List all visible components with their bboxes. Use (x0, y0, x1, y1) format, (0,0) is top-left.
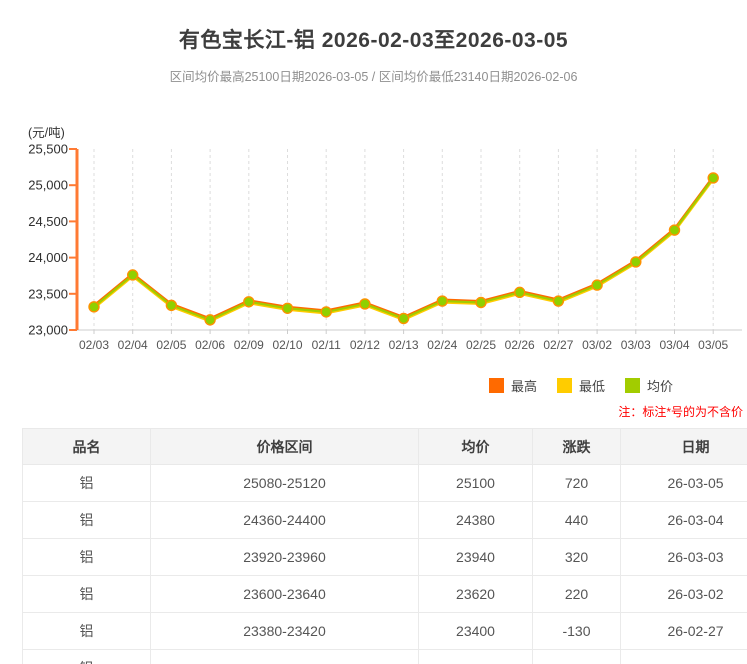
y-axis-tick-label: 23,500 (28, 286, 68, 301)
table-cell: 铝 (23, 576, 151, 613)
table-cell: 440 (533, 502, 621, 539)
chart-note: 注：标注*号的为不含价 (618, 403, 743, 420)
table-cell: 26-03-05 (621, 465, 747, 502)
x-axis-tick-label: 03/05 (698, 338, 728, 352)
data-point (283, 303, 293, 313)
y-axis-tick-label: 24,500 (28, 214, 68, 229)
table-cell: 23620 (419, 576, 533, 613)
x-axis-tick-label: 02/04 (118, 338, 148, 352)
table-cell: 23400 (419, 613, 533, 650)
table-cell (151, 650, 419, 664)
column-header: 涨跌 (533, 429, 621, 465)
table-cell: 24380 (419, 502, 533, 539)
data-point (399, 313, 409, 323)
data-point (631, 257, 641, 267)
column-header: 价格区间 (151, 429, 419, 465)
data-point (708, 173, 718, 183)
data-point (89, 302, 99, 312)
table-cell: 23940 (419, 539, 533, 576)
table-cell: -130 (533, 613, 621, 650)
y-axis-tick-label: 25,000 (28, 178, 68, 193)
x-axis-tick-label: 02/26 (505, 338, 535, 352)
table-cell: 720 (533, 465, 621, 502)
page-title: 有色宝长江-铝 2026-02-03至2026-03-05 (0, 24, 747, 54)
x-axis-tick-label: 02/06 (195, 338, 225, 352)
table-row: 铝23920-239602394032026-03-03 (23, 539, 747, 576)
table-cell: 铝 (23, 502, 151, 539)
column-header: 日期 (621, 429, 747, 465)
x-axis-tick-label: 02/11 (312, 338, 341, 352)
chart-legend: 最高 最低 均价 (489, 376, 693, 395)
price-chart: (元/吨) 23,000 23,500 24,000 24,500 25,000 25,50… (0, 105, 747, 367)
legend-swatch (489, 378, 504, 393)
table-row: 铝23380-2342023400-13026-02-27 (23, 613, 747, 650)
x-axis-tick-label: 02/09 (234, 338, 264, 352)
data-point (437, 296, 447, 306)
table-cell: 320 (533, 539, 621, 576)
table-row: 铝25080-251202510072026-03-05 (23, 465, 747, 502)
legend-item-最高: 最高 (489, 376, 537, 395)
table-cell: 铝 (23, 539, 151, 576)
page-root: 有色宝长江-铝 2026-02-03至2026-03-05 区间均价最高2510… (0, 0, 747, 664)
x-axis-tick-label: 03/03 (621, 338, 651, 352)
table-cell (621, 650, 747, 664)
x-axis-tick-label: 02/05 (156, 338, 186, 352)
legend-label: 最高 (511, 376, 537, 395)
table-cell (419, 650, 533, 664)
page-subtitle: 区间均价最高25100日期2026-03-05 / 区间均价最低23140日期2… (0, 66, 747, 85)
data-point (515, 287, 525, 297)
x-axis-tick-label: 03/02 (582, 338, 612, 352)
table-cell: 铝 (23, 613, 151, 650)
table-cell: 25100 (419, 465, 533, 502)
y-axis-tick-label: 25,500 (28, 142, 68, 157)
table-cell: 220 (533, 576, 621, 613)
legend-swatch (625, 378, 640, 393)
table-cell: 25080-25120 (151, 465, 419, 502)
legend-label: 均价 (647, 376, 673, 395)
y-axis-tick-label: 24,000 (28, 250, 68, 265)
table-row: 铝24360-244002438044026-03-04 (23, 502, 747, 539)
y-axis-unit-label: (元/吨) (28, 126, 65, 140)
legend-swatch (557, 378, 572, 393)
data-point (128, 270, 138, 280)
data-point (476, 297, 486, 307)
table-cell: 铝 (23, 650, 151, 664)
table-cell: 23380-23420 (151, 613, 419, 650)
data-point (592, 280, 602, 290)
column-header: 品名 (23, 429, 151, 465)
data-point (553, 296, 563, 306)
table-cell: 26-02-27 (621, 613, 747, 650)
x-axis-tick-label: 03/04 (659, 338, 689, 352)
data-point (166, 300, 176, 310)
price-table: 品名价格区间均价涨跌日期 铝25080-251202510072026-03-0… (22, 428, 747, 664)
x-axis-tick-label: 02/10 (272, 338, 302, 352)
table-cell: 铝 (23, 465, 151, 502)
table-cell: 24360-24400 (151, 502, 419, 539)
x-axis-tick-label: 02/12 (350, 338, 380, 352)
legend-item-最低: 最低 (557, 376, 605, 395)
x-axis-tick-label: 02/25 (466, 338, 496, 352)
table-cell: 23920-23960 (151, 539, 419, 576)
data-point (244, 297, 254, 307)
y-axis-tick-label: 23,000 (28, 323, 68, 338)
legend-item-均价: 均价 (625, 376, 673, 395)
table-cell: 26-03-03 (621, 539, 747, 576)
x-axis-tick-label: 02/27 (543, 338, 573, 352)
table-cell: 26-03-02 (621, 576, 747, 613)
x-axis-tick-label: 02/24 (427, 338, 457, 352)
table-row: 铝 (23, 650, 747, 664)
table-cell: 26-03-04 (621, 502, 747, 539)
data-point (321, 307, 331, 317)
table-cell (533, 650, 621, 664)
table-cell: 23600-23640 (151, 576, 419, 613)
table-row: 铝23600-236402362022026-03-02 (23, 576, 747, 613)
column-header: 均价 (419, 429, 533, 465)
data-point (205, 315, 215, 325)
data-point (670, 225, 680, 235)
x-axis-tick-label: 02/03 (79, 338, 109, 352)
table-header-row: 品名价格区间均价涨跌日期 (23, 429, 747, 465)
x-axis-tick-label: 02/13 (389, 338, 419, 352)
legend-label: 最低 (579, 376, 605, 395)
data-point (360, 299, 370, 309)
